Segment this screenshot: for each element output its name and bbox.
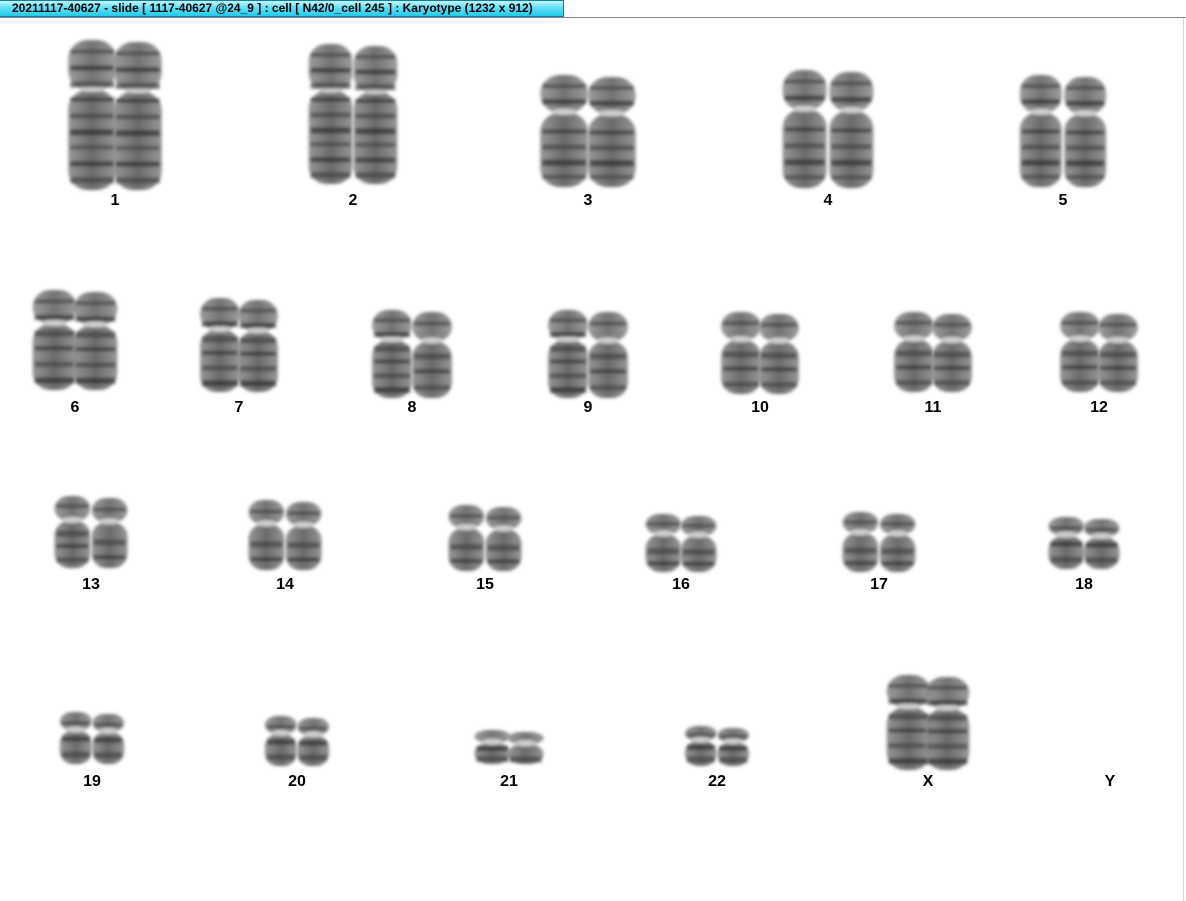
- karyotype-canvas: 1 2 3 4 5 6 7 8 9 10 11 12 13 14 15 16 17 18 19 20 21 22 X Y: [0, 18, 1186, 901]
- chromosome-pair-7[interactable]: [200, 298, 278, 392]
- chromosome-label-4: 4: [823, 192, 833, 209]
- chromosome-22-b: [717, 728, 750, 766]
- chromosome-label-16: 16: [672, 576, 690, 593]
- chromosome-1-b: [113, 42, 162, 190]
- chromosome-pair-22[interactable]: [684, 726, 750, 766]
- chromosome-pair-19[interactable]: [59, 712, 125, 764]
- chromosome-pair-3[interactable]: [540, 75, 636, 187]
- chromosome-label-10: 10: [751, 399, 769, 416]
- chromosome-2-a: [308, 44, 353, 184]
- chromosome-10-b: [759, 314, 799, 394]
- chromosome-pair-5[interactable]: [1019, 75, 1107, 187]
- chromosome-12-b: [1098, 314, 1138, 392]
- chromosome-14-a: [248, 500, 285, 570]
- chromosome-7-b: [238, 300, 278, 392]
- chromosome-pair-1[interactable]: [68, 40, 162, 190]
- chromosome-20-b: [297, 718, 330, 766]
- chromosome-17-a: [842, 512, 879, 572]
- chromosome-label-15: 15: [476, 576, 494, 593]
- chromosome-label-8: 8: [407, 399, 417, 416]
- chromosome-label-Y: Y: [1104, 773, 1116, 790]
- chromosome-21-b: [507, 732, 544, 764]
- chromosome-4-a: [782, 70, 827, 188]
- chromosome-label-18: 18: [1075, 576, 1093, 593]
- chromosome-15-a: [448, 505, 485, 571]
- chromosome-20-a: [264, 716, 297, 766]
- chromosome-label-3: 3: [583, 192, 593, 209]
- chromosome-pair-11[interactable]: [894, 312, 972, 392]
- chromosome-X-a: [886, 675, 931, 770]
- chromosome-label-7: 7: [234, 399, 244, 416]
- chromosome-3-b: [587, 77, 636, 187]
- chromosome-label-6: 6: [70, 399, 80, 416]
- chromosome-pair-15[interactable]: [448, 505, 522, 571]
- chromosome-5-a: [1019, 75, 1062, 187]
- chromosome-label-20: 20: [288, 773, 306, 790]
- chromosome-3-a: [540, 75, 589, 187]
- chromosome-13-b: [91, 498, 128, 568]
- chromosome-15-b: [485, 507, 522, 571]
- chromosome-label-19: 19: [83, 773, 101, 790]
- chromosome-9-b: [588, 312, 628, 398]
- chromosome-17-b: [879, 514, 916, 572]
- chromosome-pair-18[interactable]: [1048, 517, 1120, 569]
- chromosome-pair-X[interactable]: [886, 675, 970, 770]
- chromosome-pair-16[interactable]: [645, 514, 717, 572]
- chromosome-4-b: [829, 72, 874, 188]
- chromosome-6-b: [73, 292, 118, 390]
- chromosome-19-b: [92, 714, 125, 764]
- chromosome-1-a: [68, 40, 117, 190]
- chromosome-label-5: 5: [1058, 192, 1068, 209]
- chromosome-pair-20[interactable]: [264, 716, 330, 766]
- chromosome-pair-13[interactable]: [54, 496, 128, 568]
- chromosome-pair-12[interactable]: [1060, 312, 1138, 392]
- chromosome-10-a: [721, 312, 761, 394]
- chromosome-19-a: [59, 712, 92, 764]
- chromosome-pair-6[interactable]: [32, 290, 118, 390]
- chromosome-pair-21[interactable]: [474, 730, 544, 764]
- window-title-bar[interactable]: 20211117-40627 - slide [ 1117-40627 @24_…: [0, 0, 564, 17]
- chromosome-pair-14[interactable]: [248, 500, 322, 570]
- chromosome-label-1: 1: [110, 192, 120, 209]
- chromosome-pair-2[interactable]: [308, 44, 398, 184]
- chromosome-label-21: 21: [500, 773, 518, 790]
- chromosome-label-17: 17: [870, 576, 888, 593]
- chromosome-label-2: 2: [348, 192, 358, 209]
- chromosome-5-b: [1064, 77, 1107, 187]
- chromosome-16-b: [680, 516, 717, 572]
- chromosome-pair-8[interactable]: [372, 310, 452, 398]
- chromosome-18-a: [1048, 517, 1085, 569]
- chromosome-14-b: [285, 502, 322, 570]
- chromosome-label-11: 11: [924, 399, 942, 416]
- chromosome-16-a: [645, 514, 682, 572]
- chromosome-pair-10[interactable]: [721, 312, 799, 394]
- chromosome-label-22: 22: [708, 773, 726, 790]
- chromosome-7-a: [200, 298, 240, 392]
- chromosome-9-a: [548, 310, 588, 398]
- chromosome-18-b: [1083, 519, 1120, 569]
- chromosome-label-12: 12: [1090, 399, 1108, 416]
- chromosome-pair-4[interactable]: [782, 70, 874, 188]
- chromosome-11-b: [932, 314, 972, 392]
- chromosome-22-a: [684, 726, 717, 766]
- chromosome-label-X: X: [922, 773, 934, 790]
- chromosome-11-a: [894, 312, 934, 392]
- chromosome-8-a: [372, 310, 412, 398]
- chromosome-12-a: [1060, 312, 1100, 392]
- chromosome-label-14: 14: [276, 576, 294, 593]
- chromosome-pair-9[interactable]: [548, 310, 628, 398]
- chromosome-label-13: 13: [82, 576, 100, 593]
- chromosome-2-b: [353, 46, 398, 184]
- window-title: 20211117-40627 - slide [ 1117-40627 @24_…: [12, 1, 533, 15]
- chromosome-21-a: [474, 730, 511, 764]
- chromosome-label-9: 9: [583, 399, 593, 416]
- chromosome-pair-17[interactable]: [842, 512, 916, 572]
- chromosome-6-a: [32, 290, 77, 390]
- chromosome-X-b: [925, 677, 970, 770]
- chromosome-layer: [32, 40, 1138, 770]
- chromosome-13-a: [54, 496, 91, 568]
- chromosome-8-b: [412, 312, 452, 398]
